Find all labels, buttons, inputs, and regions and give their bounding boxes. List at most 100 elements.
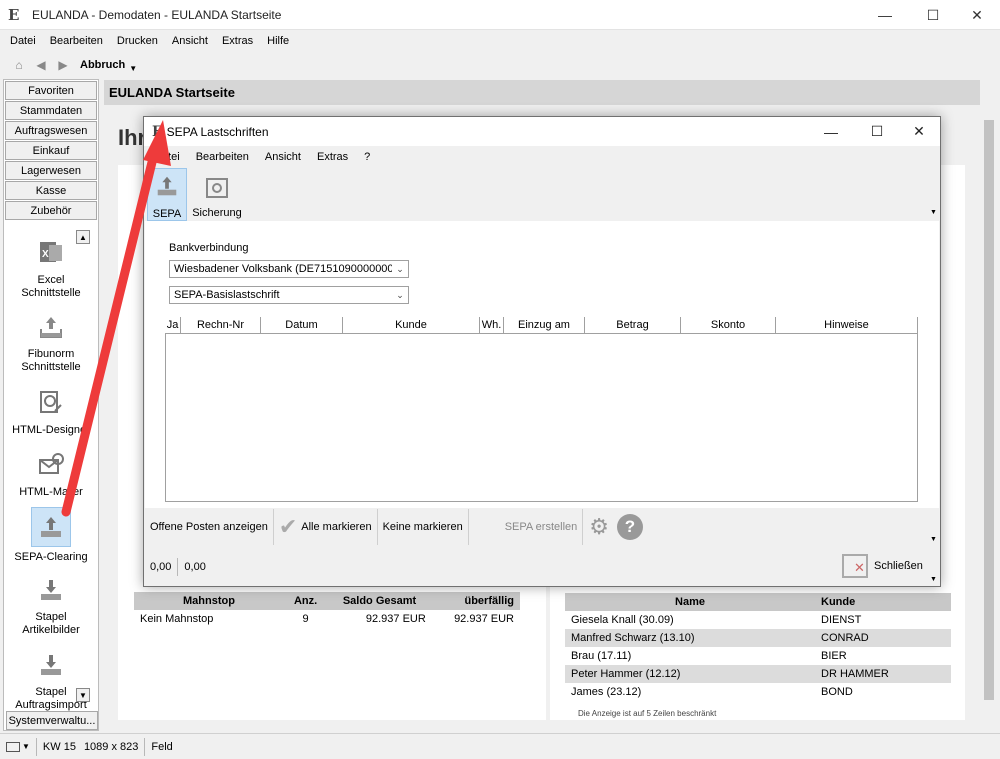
sidebar-cat-stammdaten[interactable]: Stammdaten bbox=[5, 101, 97, 120]
sidebar-cat-auftragswesen[interactable]: Auftragswesen bbox=[5, 121, 97, 140]
sidebar-cat-systemverwaltung[interactable]: Systemverwaltu... bbox=[6, 711, 98, 730]
sidebar-cat-kasse[interactable]: Kasse bbox=[5, 181, 97, 200]
menu-hilfe[interactable]: Hilfe bbox=[267, 35, 289, 47]
menu-extras[interactable]: Extras bbox=[222, 35, 253, 47]
offene-posten-button[interactable]: Offene Posten anzeigen bbox=[145, 509, 274, 545]
dialog-close-button[interactable]: ✕ bbox=[898, 117, 940, 146]
tool-label: SEPA bbox=[152, 208, 182, 220]
mahn-col-ueberfaellig: überfällig bbox=[431, 592, 520, 610]
col-kunde[interactable]: Kunde bbox=[343, 317, 480, 333]
sepa-erstellen-button[interactable]: SEPA erstellen bbox=[469, 509, 584, 545]
dialog-action-bar: Offene Posten anzeigen ✔ Alle markieren … bbox=[145, 508, 939, 546]
sidebar-item-excel[interactable]: X Excel Schnittstelle bbox=[4, 238, 98, 300]
gear-icon[interactable]: ⚙ bbox=[589, 514, 609, 540]
toolbar-overflow-icon[interactable]: ▼ bbox=[930, 209, 937, 216]
dialog-minimize-button[interactable]: — bbox=[810, 117, 852, 146]
footer-overflow-icon[interactable]: ▼ bbox=[930, 576, 937, 583]
col-ja[interactable]: Ja bbox=[165, 317, 181, 333]
tool-sepa-button[interactable]: SEPA bbox=[147, 168, 187, 221]
statusbar-kw: KW 15 bbox=[42, 740, 76, 753]
col-einzug-am[interactable]: Einzug am bbox=[504, 317, 585, 333]
sidebar-scroll-down[interactable]: ▼ bbox=[76, 688, 90, 702]
sidebar-cat-lagerwesen[interactable]: Lagerwesen bbox=[5, 161, 97, 180]
main-toolbar: ⌂ ◀ ▶ Abbruch ▼ bbox=[0, 52, 1000, 78]
sum-field-1: 0,00 bbox=[150, 561, 172, 573]
col-hinweise[interactable]: Hinweise bbox=[776, 317, 918, 333]
grid-header: Ja Rechn-Nr Datum Kunde Wh. Einzug am Be… bbox=[165, 317, 918, 333]
dialog-menu-ansicht[interactable]: Ansicht bbox=[265, 151, 301, 163]
table-row[interactable]: Manfred Schwarz (13.10) CONRAD bbox=[565, 629, 951, 647]
menu-drucken[interactable]: Drucken bbox=[117, 35, 158, 47]
maximize-button[interactable]: ☐ bbox=[910, 0, 956, 30]
actions-overflow-icon[interactable]: ▼ bbox=[930, 536, 937, 543]
main-scrollbar[interactable] bbox=[981, 80, 997, 720]
col-betrag[interactable]: Betrag bbox=[585, 317, 681, 333]
startpage-header: EULANDA Startseite bbox=[104, 80, 980, 105]
layout-dropdown-icon[interactable]: ▼ bbox=[22, 742, 30, 751]
scrollbar-thumb[interactable] bbox=[984, 120, 994, 700]
table-cell: BOND bbox=[821, 686, 853, 698]
help-icon[interactable]: ? bbox=[616, 514, 643, 540]
forward-icon[interactable]: ▶ bbox=[54, 56, 72, 74]
menu-ansicht[interactable]: Ansicht bbox=[172, 35, 208, 47]
menu-datei[interactable]: Datei bbox=[10, 35, 36, 47]
window-layout-icon[interactable] bbox=[6, 741, 20, 752]
col-skonto[interactable]: Skonto bbox=[681, 317, 776, 333]
sidebar-item-html-designer[interactable]: HTML-Designer bbox=[4, 388, 98, 437]
table-row[interactable]: Kein Mahnstop 9 92.937 EUR 92.937 EUR bbox=[134, 610, 520, 628]
home-icon[interactable]: ⌂ bbox=[10, 56, 28, 74]
table-row[interactable]: Giesela Knall (30.09) DIENST bbox=[565, 611, 951, 629]
dialog-maximize-button[interactable]: ☐ bbox=[856, 117, 898, 146]
col-wh[interactable]: Wh. bbox=[480, 317, 504, 333]
upload-tray-icon bbox=[36, 312, 66, 342]
bank-select[interactable]: Wiesbadener Volksbank (DE715109000000009… bbox=[169, 260, 409, 278]
close-button[interactable]: ✕ bbox=[954, 0, 1000, 30]
html-mailer-icon bbox=[36, 450, 66, 480]
bank-label: Bankverbindung bbox=[169, 242, 249, 254]
table-row[interactable]: Brau (17.11) BIER bbox=[565, 647, 951, 665]
back-icon[interactable]: ◀ bbox=[32, 56, 50, 74]
tool-sicherung-button[interactable]: Sicherung bbox=[191, 168, 243, 221]
abbruch-button[interactable]: Abbruch bbox=[80, 59, 125, 71]
sidebar-item-fibunorm[interactable]: Fibunorm Schnittstelle bbox=[4, 312, 98, 374]
sidebar-item-stapel-artikelbilder[interactable]: Stapel Artikelbilder bbox=[4, 575, 98, 637]
sidebar-item-label: Stapel bbox=[35, 686, 67, 698]
sidebar-item-sepa-clearing[interactable]: SEPA-Clearing bbox=[4, 507, 98, 564]
mahnstop-table: Mahnstop Anz. Saldo Gesamt überfällig Ke… bbox=[134, 592, 520, 628]
sepa-upload-icon bbox=[31, 507, 71, 547]
sidebar-item-html-mailer[interactable]: HTML-Mailer bbox=[4, 450, 98, 499]
table-cell: 92.937 EUR bbox=[327, 610, 432, 628]
dialog-menu-datei[interactable]: Datei bbox=[154, 151, 180, 163]
dialog-menu-bearbeiten[interactable]: Bearbeiten bbox=[196, 151, 249, 163]
sidebar-item-stapel-auftragsimport[interactable]: Stapel Auftragsimport bbox=[4, 650, 98, 712]
offene-posten-label: Offene Posten anzeigen bbox=[150, 521, 268, 533]
download-tray-icon bbox=[36, 575, 66, 605]
svg-text:X: X bbox=[42, 249, 49, 260]
dialog-menu-help[interactable]: ? bbox=[364, 151, 370, 163]
sidebar-cat-favoriten[interactable]: Favoriten bbox=[5, 81, 97, 100]
col-rechn-nr[interactable]: Rechn-Nr bbox=[181, 317, 261, 333]
schliessen-button[interactable]: ✕ Schließen bbox=[842, 554, 923, 578]
sidebar-cat-zubehoer[interactable]: Zubehör bbox=[5, 201, 97, 220]
col-datum[interactable]: Datum bbox=[261, 317, 343, 333]
mahn-col-saldo: Saldo Gesamt bbox=[327, 592, 432, 610]
keine-markieren-button[interactable]: Keine markieren bbox=[378, 509, 469, 545]
lastschrift-type-select[interactable]: SEPA-Basislastschrift ⌄ bbox=[169, 286, 409, 304]
dialog-menu-extras[interactable]: Extras bbox=[317, 151, 348, 163]
alle-markieren-button[interactable]: ✔ Alle markieren bbox=[274, 509, 378, 545]
sidebar-item-label: Excel bbox=[37, 274, 65, 286]
sidebar-item-label: Artikelbilder bbox=[22, 624, 80, 636]
excel-icon: X bbox=[36, 238, 66, 268]
abbruch-dropdown-icon[interactable]: ▼ bbox=[129, 64, 137, 73]
sidebar-cat-einkauf[interactable]: Einkauf bbox=[5, 141, 97, 160]
sidebar-item-label: Fibunorm bbox=[27, 348, 75, 360]
minimize-button[interactable]: — bbox=[862, 0, 908, 30]
menu-bearbeiten[interactable]: Bearbeiten bbox=[50, 35, 103, 47]
table-row[interactable]: James (23.12) BOND bbox=[565, 683, 951, 701]
close-window-icon: ✕ bbox=[842, 554, 868, 578]
table-cell: CONRAD bbox=[815, 629, 951, 647]
table-row[interactable]: Peter Hammer (12.12) DR HAMMER bbox=[565, 665, 951, 683]
sum-field-2: 0,00 bbox=[184, 561, 206, 573]
lastschrift-grid[interactable] bbox=[165, 333, 918, 502]
statusbar-divider bbox=[144, 737, 146, 756]
